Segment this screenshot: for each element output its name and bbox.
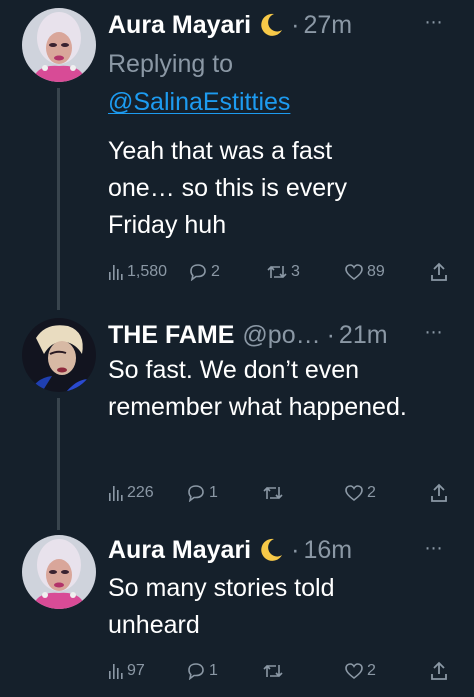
replying-to-label: Replying to <box>108 50 234 78</box>
tweet-header: Aura Mayari · 16m <box>108 531 424 569</box>
retweet-button[interactable] <box>262 658 284 684</box>
action-bar: 97 1 2 <box>108 658 448 684</box>
views-icon <box>109 486 123 501</box>
more-options-icon[interactable]: ⋯ <box>420 12 448 32</box>
retweet-icon <box>263 486 283 500</box>
reply-button[interactable]: 1 <box>186 658 218 684</box>
avatar[interactable] <box>22 535 96 609</box>
tweet-text: So many stories told unheard <box>108 574 335 639</box>
reply-icon <box>188 485 204 502</box>
reply-icon <box>190 264 206 281</box>
views-icon <box>109 265 123 280</box>
avatar[interactable] <box>22 318 96 392</box>
tweet-header: THE FAME @po… · 21m <box>108 316 424 354</box>
action-bar: 1,580 2 3 89 <box>108 259 448 285</box>
tweet-1[interactable]: Aura Mayari · 27m ⋯ Replying to @SalinaE… <box>0 0 474 310</box>
tweet-text: So fast. We don’t even remember what hap… <box>108 356 407 421</box>
share-button[interactable] <box>430 480 448 506</box>
separator-dot: · <box>291 536 300 564</box>
retweet-button[interactable] <box>262 480 284 506</box>
views-icon <box>109 664 123 679</box>
share-icon <box>431 483 447 502</box>
views-count: 1,580 <box>127 263 168 280</box>
tweet-3[interactable]: Aura Mayari · 16m ⋯ So many stories told… <box>0 530 474 697</box>
author-name[interactable]: Aura Mayari <box>108 10 251 40</box>
share-button[interactable] <box>430 658 448 684</box>
separator-dot: · <box>326 321 335 349</box>
author-name[interactable]: Aura Mayari <box>108 535 251 565</box>
tweet-text: Yeah that was a fast one… so this is eve… <box>108 137 347 239</box>
reply-count: 2 <box>211 263 220 280</box>
reply-count: 1 <box>209 662 218 679</box>
thread-line <box>57 88 60 310</box>
action-bar: 226 1 2 <box>108 480 448 506</box>
author-name[interactable]: THE FAME <box>108 320 234 350</box>
like-count: 89 <box>367 263 385 280</box>
retweet-count: 3 <box>291 263 300 280</box>
like-button[interactable]: 2 <box>344 658 376 684</box>
share-button[interactable] <box>430 259 448 285</box>
retweet-icon <box>263 664 283 678</box>
timestamp[interactable]: 21m <box>339 320 388 350</box>
share-icon <box>431 661 447 680</box>
views-button[interactable]: 1,580 <box>108 259 167 285</box>
tweet-header: Aura Mayari · 27m <box>108 6 424 44</box>
views-button[interactable]: 226 <box>108 480 154 506</box>
author-handle[interactable]: @po… <box>242 320 320 350</box>
heart-icon <box>345 264 363 281</box>
more-options-icon[interactable]: ⋯ <box>420 538 448 558</box>
retweet-icon <box>267 265 287 279</box>
views-count: 97 <box>127 662 145 679</box>
views-button[interactable]: 97 <box>108 658 145 684</box>
timestamp[interactable]: 16m <box>303 535 352 565</box>
crescent-moon-icon <box>261 538 283 561</box>
reply-button[interactable]: 1 <box>186 480 218 506</box>
thread-line <box>57 398 60 530</box>
reply-button[interactable]: 2 <box>188 259 220 285</box>
timestamp[interactable]: 27m <box>303 10 352 40</box>
crescent-moon-icon <box>261 13 283 36</box>
heart-icon <box>345 485 363 502</box>
share-icon <box>431 262 447 281</box>
like-count: 2 <box>367 484 376 501</box>
replying-to-handle-link[interactable]: @SalinaEstitties <box>108 88 290 116</box>
avatar[interactable] <box>22 8 96 82</box>
like-count: 2 <box>367 662 376 679</box>
retweet-button[interactable]: 3 <box>266 259 300 285</box>
reply-count: 1 <box>209 484 218 501</box>
views-count: 226 <box>127 484 154 501</box>
more-options-icon[interactable]: ⋯ <box>420 322 448 342</box>
separator-dot: · <box>291 11 300 39</box>
replying-to-row: @SalinaEstitties <box>108 86 290 118</box>
tweet-2[interactable]: THE FAME @po… · 21m ⋯ So fast. We don’t … <box>0 310 474 530</box>
like-button[interactable]: 2 <box>344 480 376 506</box>
reply-icon <box>188 663 204 680</box>
heart-icon <box>345 663 363 680</box>
like-button[interactable]: 89 <box>344 259 385 285</box>
